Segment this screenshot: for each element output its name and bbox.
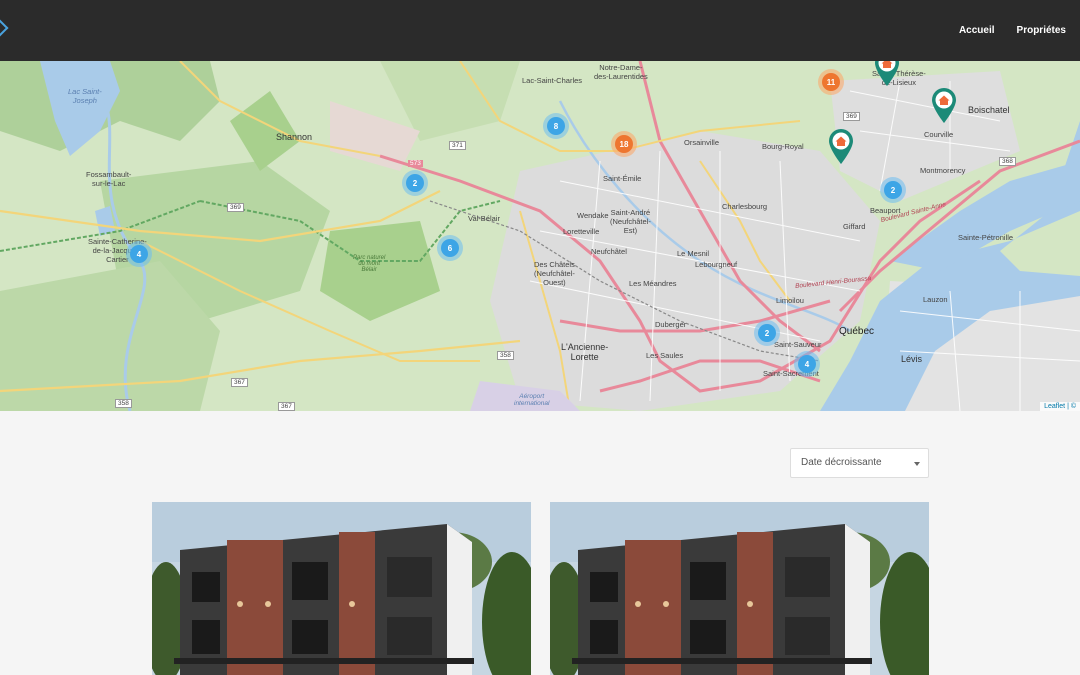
map-label-fossambault: Fossambault- sur-le-Lac: [86, 170, 132, 188]
map-label-charlesbourg: Charlesbourg: [722, 202, 768, 211]
road-shield-367-north: 367: [231, 378, 248, 387]
map-label-notre-dame: Notre-Dame- des-Laurentides: [594, 63, 648, 81]
nav-link-accueil[interactable]: Accueil: [959, 25, 995, 36]
map-label-wendake: Wendake: [577, 211, 609, 220]
road-shield-369-east: 369: [843, 112, 860, 121]
road-shield-573: 573: [408, 160, 423, 167]
map-label-saint-sauveur: Saint-Sauveur: [774, 340, 822, 349]
map-attribution[interactable]: Leaflet | ©: [1040, 402, 1080, 411]
property-card-1[interactable]: [152, 502, 531, 675]
map-label-saint-emile: Saint-Émile: [603, 174, 642, 183]
map-label-airport: Aéroport international: [514, 393, 550, 407]
property-card-2[interactable]: [550, 502, 929, 675]
map-label-boischatel: Boischatel: [968, 105, 1010, 115]
top-navigation-bar: Accueil Propriétes: [0, 0, 1080, 61]
map-label-des-chatels: Des Châtels (Neufchâtel- Ouest): [534, 260, 575, 287]
map-label-neufchatel: Neufchâtel: [591, 247, 627, 256]
property-map[interactable]: Lac Saint- Joseph Shannon Fossambault- s…: [0, 61, 1080, 411]
main-nav: Accueil Propriétes: [959, 0, 1066, 61]
map-label-ancienne-lorette: L'Ancienne- Lorette: [561, 342, 609, 362]
map-label-sainte-petronille: Sainte-Pétronille: [958, 233, 1014, 242]
sort-dropdown[interactable]: Date décroissante: [790, 448, 929, 478]
cluster-4-catherine[interactable]: 4: [126, 241, 152, 267]
property-pin-1[interactable]: [874, 61, 900, 87]
road-shield-367-south: 367: [278, 402, 295, 411]
cluster-2-valbelair[interactable]: 2: [402, 170, 428, 196]
map-label-shannon: Shannon: [276, 132, 313, 142]
map-label-lac-saint-joseph: Lac Saint- Joseph: [68, 87, 102, 105]
map-label-courville: Courville: [924, 130, 954, 139]
map-label-parc: Parc naturel du mont Bélair: [353, 255, 386, 273]
map-label-bourg-royal: Bourg-Royal: [762, 142, 804, 151]
map-label-montmorency: Montmorency: [920, 166, 966, 175]
property-pin-3[interactable]: [828, 129, 854, 165]
property-pin-2[interactable]: [931, 88, 957, 124]
map-label-le-mesnil: Le Mesnil: [677, 249, 710, 258]
cluster-4-sacrement[interactable]: 4: [794, 351, 820, 377]
map-label-loretteville: Loretteville: [563, 227, 600, 236]
road-shield-358-east: 358: [497, 351, 514, 360]
road-shield-369-west: 369: [227, 203, 244, 212]
map-label-lac-saint-charles: Lac-Saint-Charles: [522, 76, 583, 85]
chevron-down-icon: [914, 462, 920, 466]
map-label-levis: Lévis: [901, 354, 923, 364]
map-label-limoilou: Limoilou: [776, 296, 804, 305]
map-label-quebec: Québec: [839, 326, 875, 337]
road-shield-368: 368: [999, 157, 1016, 166]
map-label-lauzon: Lauzon: [923, 295, 948, 304]
cluster-11[interactable]: 11: [818, 69, 844, 95]
map-label-lebourgneuf: Lebourgneuf: [695, 260, 738, 269]
map-label-duberger: Duberger: [655, 320, 687, 329]
property-image-1: [152, 502, 531, 675]
nav-link-proprietes[interactable]: Propriétes: [1017, 25, 1066, 36]
road-shield-358-west: 358: [115, 399, 132, 408]
cluster-6[interactable]: 6: [437, 235, 463, 261]
map-label-orsainville: Orsainville: [684, 138, 720, 147]
cluster-18[interactable]: 18: [611, 131, 637, 157]
map-label-giffard: Giffard: [843, 222, 866, 231]
property-image-2: [550, 502, 929, 675]
cluster-8[interactable]: 8: [543, 113, 569, 139]
sort-dropdown-value: Date décroissante: [801, 457, 882, 468]
logo-chevron-icon[interactable]: [0, 19, 9, 37]
cluster-2-sauveur[interactable]: 2: [754, 320, 780, 346]
map-label-les-meandres: Les Méandres: [629, 279, 677, 288]
cluster-2-beauport[interactable]: 2: [880, 177, 906, 203]
map-label-val-belair: Val-Bélair: [468, 214, 500, 223]
map-label-saint-andre: Saint-André (Neufchâtel- Est): [610, 208, 651, 235]
road-shield-371: 371: [449, 141, 466, 150]
map-label-les-saules: Les Saules: [646, 351, 684, 360]
